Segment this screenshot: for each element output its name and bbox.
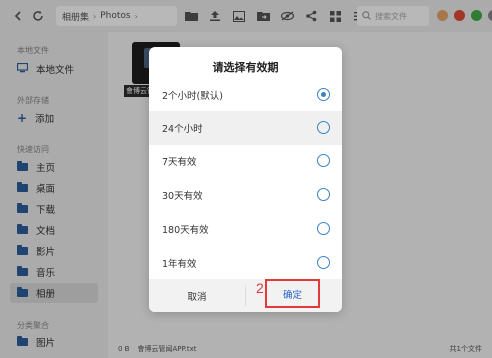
option-2-hours[interactable]: 2个小时(默认) [149, 78, 342, 112]
option-24-hours[interactable]: 24个小时 [149, 111, 342, 145]
option-label: 7天有效 [162, 157, 197, 168]
annotation-step-number: 2 [256, 280, 264, 296]
option-7-days[interactable]: 7天有效 [149, 144, 342, 178]
footer-divider [245, 285, 246, 306]
dialog-title: 请选择有效期 [212, 61, 279, 74]
dialog-footer: 取消 确定 [149, 279, 342, 312]
cancel-button[interactable]: 取消 [149, 279, 245, 312]
option-label: 1年有效 [162, 259, 197, 270]
option-label: 2个小时(默认) [162, 91, 223, 102]
option-180-days[interactable]: 180天有效 [149, 212, 342, 246]
radio-checked-icon[interactable] [317, 88, 330, 101]
option-label: 180天有效 [162, 225, 209, 236]
radio-unchecked-icon[interactable] [317, 222, 330, 235]
option-30-days[interactable]: 30天有效 [149, 178, 342, 212]
expiry-dialog: 请选择有效期 2个小时(默认) 24个小时 7天有效 30天有效 180天有效 … [149, 47, 342, 312]
radio-unchecked-icon[interactable] [317, 154, 330, 167]
option-label: 30天有效 [162, 191, 203, 202]
radio-unchecked-icon[interactable] [317, 188, 330, 201]
option-label: 24个小时 [162, 124, 203, 135]
option-1-year[interactable]: 1年有效 [149, 246, 342, 280]
confirm-button[interactable]: 确定 [265, 279, 320, 308]
radio-unchecked-icon[interactable] [317, 121, 330, 134]
radio-unchecked-icon[interactable] [317, 256, 330, 269]
